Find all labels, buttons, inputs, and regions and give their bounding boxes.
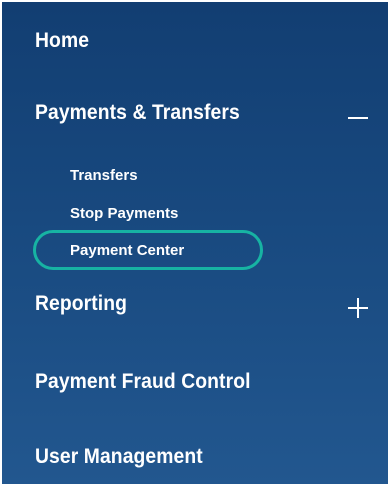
nav-subitem-payment-center[interactable]: Payment Center [70,242,184,259]
nav-item-payment-fraud-control[interactable]: Payment Fraud Control [35,370,360,394]
nav-item-home[interactable]: Home [35,29,360,53]
plus-icon-bar-vertical [357,298,359,318]
sidebar-nav: Home Payments & Transfers Transfers Stop… [2,2,388,484]
nav-subitem-stop-payments[interactable]: Stop Payments [70,205,178,222]
expand-plus-icon[interactable] [348,298,368,318]
minus-icon-bar [348,117,368,119]
nav-item-payments-transfers[interactable]: Payments & Transfers [35,101,360,125]
collapse-minus-icon[interactable] [348,108,368,128]
nav-item-reporting[interactable]: Reporting [35,292,360,316]
nav-subitem-transfers[interactable]: Transfers [70,167,138,184]
nav-item-user-management[interactable]: User Management [35,445,360,469]
